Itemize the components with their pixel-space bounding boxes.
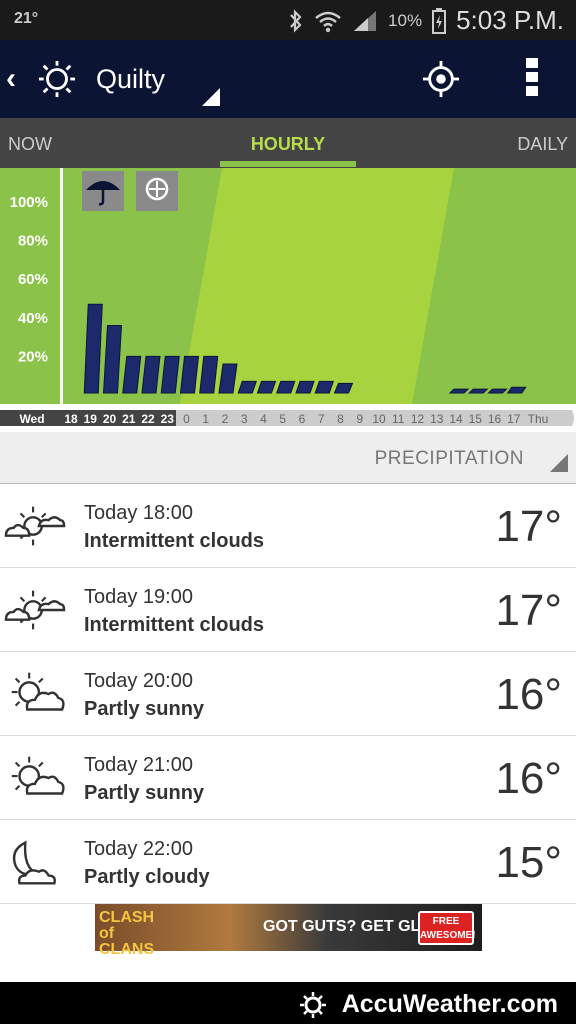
x-tick-label: 7 — [318, 412, 325, 426]
accuweather-logo-icon — [300, 992, 326, 1018]
x-tick-label: 22 — [141, 412, 155, 426]
hour-time: Today 18:00 — [84, 502, 193, 524]
x-tick-label: 9 — [356, 412, 363, 426]
partly-sunny-icon — [11, 756, 65, 795]
section-label: PRECIPITATION — [374, 448, 524, 469]
hour-condition: Intermittent clouds — [84, 530, 265, 552]
daylight-band — [180, 168, 454, 404]
tab-now[interactable]: NOW — [8, 134, 52, 155]
x-tick-label: 1 — [202, 412, 209, 426]
ad-logo: CLASH of CLANS — [99, 909, 155, 958]
battery-icon — [432, 7, 447, 34]
ad-button[interactable]: FREE AWESOME! — [418, 911, 476, 945]
hour-time: Today 19:00 — [84, 586, 193, 608]
hourly-row[interactable]: Today 22:00 Partly cloudy 15° — [0, 820, 576, 904]
x-tick-label: 5 — [279, 412, 286, 426]
hour-temperature: 16° — [495, 670, 562, 719]
y-tick-label: 40% — [18, 310, 48, 327]
y-tick-label: 80% — [18, 233, 48, 250]
bluetooth-icon — [290, 8, 302, 33]
clock: 5:03 P.M. — [456, 5, 564, 35]
x-tick-label: 16 — [488, 412, 502, 426]
accuweather-brand[interactable]: AccuWeather.com — [342, 990, 558, 1019]
x-tick-label: 10 — [372, 412, 386, 426]
tab-indicator — [220, 161, 356, 167]
wifi-icon — [315, 11, 341, 32]
overflow-menu-icon[interactable] — [524, 58, 540, 100]
x-tick-label: 8 — [337, 412, 344, 426]
hour-temperature: 15° — [495, 838, 562, 887]
app-header: ‹ Quilty — [0, 40, 576, 118]
x-tick-label: 17 — [507, 412, 521, 426]
hour-temperature: 16° — [495, 754, 562, 803]
hour-condition: Partly cloudy — [84, 866, 210, 888]
current-time-line — [60, 168, 63, 404]
sun-cloud-icon — [4, 506, 66, 546]
hour-time: Today 20:00 — [84, 670, 193, 692]
precip-bar — [448, 388, 470, 394]
hour-temperature: 17° — [495, 586, 562, 635]
snow-icon — [136, 171, 178, 211]
tab-hourly[interactable]: HOURLY — [220, 134, 356, 155]
hourly-row[interactable]: Today 21:00 Partly sunny 16° — [0, 736, 576, 820]
y-tick-label: 20% — [18, 348, 48, 365]
location-name[interactable]: Quilty — [96, 64, 165, 95]
x-tick-label: 15 — [469, 412, 483, 426]
hour-condition: Partly sunny — [84, 698, 205, 720]
x-tick-label: 18 — [64, 412, 78, 426]
hour-temperature: 17° — [495, 502, 562, 551]
hour-axis: Wed 18 19 20 21 22 23 0 1 2 3 4 5 6 7 8 9 10 11 12 13 14 15 16 1… — [0, 404, 576, 432]
back-chevron-icon[interactable]: ‹ — [6, 62, 16, 96]
moon-cloud-icon — [12, 840, 56, 885]
x-tick-label: 4 — [260, 412, 267, 426]
section-dropdown-icon[interactable] — [550, 454, 568, 472]
x-tick-label: 14 — [449, 412, 463, 426]
x-tick-label: 23 — [161, 412, 175, 426]
tab-daily[interactable]: DAILY — [517, 134, 568, 155]
x-tick-label: 3 — [241, 412, 248, 426]
hour-condition: Partly sunny — [84, 782, 205, 804]
umbrella-icon — [82, 171, 124, 211]
day-label-start: Wed — [19, 412, 44, 426]
sun-cloud-icon — [4, 590, 66, 630]
status-bar: 21° 10% 5:03 P.M. — [0, 0, 576, 40]
x-tick-label: 20 — [103, 412, 117, 426]
ad-banner[interactable]: CLASH of CLANS GOT GUTS? GET GLORY! FREE… — [95, 904, 482, 958]
x-tick-label: 11 — [392, 412, 405, 426]
sun-icon — [38, 60, 76, 98]
day-label-end: Thu — [528, 412, 549, 426]
hourly-row[interactable]: Today 20:00 Partly sunny 16° — [0, 652, 576, 736]
hour-time: Today 22:00 — [84, 838, 193, 860]
precip-bar — [468, 388, 489, 394]
x-tick-label: 19 — [84, 412, 98, 426]
y-tick-label: 60% — [18, 271, 48, 288]
precip-bar — [487, 388, 508, 394]
x-tick-label: 0 — [183, 412, 190, 426]
footer-bar: AccuWeather.com — [0, 982, 576, 1024]
hour-condition: Intermittent clouds — [84, 614, 265, 636]
hourly-row[interactable]: Today 18:00 Intermittent clouds 17° — [0, 484, 576, 568]
location-dropdown-icon[interactable] — [202, 88, 220, 106]
partly-sunny-icon — [11, 672, 65, 711]
signal-icon — [354, 10, 377, 31]
y-tick-label: 100% — [10, 194, 48, 211]
precipitation-chart[interactable]: 100% 80% 60% 40% 20% — [0, 168, 576, 404]
locate-icon[interactable] — [422, 60, 460, 98]
x-tick-label: 2 — [222, 412, 229, 426]
hourly-row[interactable]: Today 19:00 Intermittent clouds 17° — [0, 568, 576, 652]
x-tick-label: 6 — [299, 412, 306, 426]
section-selector[interactable]: PRECIPITATION — [0, 432, 576, 484]
x-tick-label: 13 — [430, 412, 444, 426]
hour-time: Today 21:00 — [84, 754, 193, 776]
battery-percent: 10% — [388, 10, 423, 30]
x-tick-label: 21 — [122, 412, 136, 426]
x-tick-label: 12 — [411, 412, 425, 426]
status-temp: 21° — [14, 10, 39, 27]
